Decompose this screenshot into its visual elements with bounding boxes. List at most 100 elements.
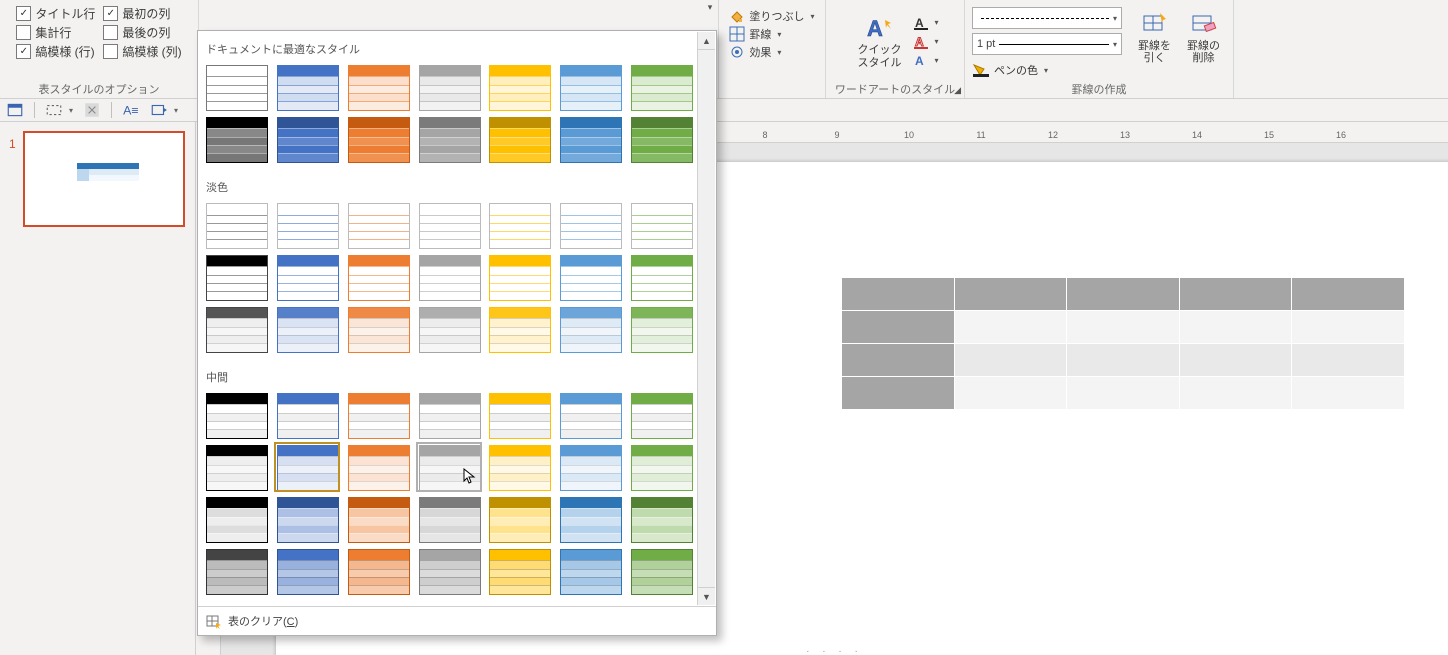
table-style-item[interactable]: [560, 65, 620, 109]
table-style-item[interactable]: [206, 497, 266, 541]
table-style-item[interactable]: [277, 549, 337, 593]
table-style-item[interactable]: [206, 203, 266, 247]
table-style-item[interactable]: [206, 549, 266, 593]
table-style-item[interactable]: [277, 445, 337, 489]
table-style-item[interactable]: [489, 445, 549, 489]
chevron-down-icon: ▾: [811, 12, 815, 21]
chevron-down-icon[interactable]: ▾: [69, 106, 73, 115]
quick-styles-button[interactable]: A クイック スタイル: [851, 12, 907, 70]
table-style-item[interactable]: [277, 117, 337, 161]
chk-banded-rows[interactable]: ✓ 縞模様 (行): [12, 42, 99, 61]
resize-grip-icon[interactable]: · · · ·: [806, 646, 863, 655]
scroll-down-button[interactable]: ▼: [698, 587, 715, 605]
table-style-item[interactable]: [206, 445, 266, 489]
separator: [34, 102, 35, 118]
table-style-item[interactable]: [560, 117, 620, 161]
table-style-item[interactable]: [631, 307, 691, 351]
table-style-item[interactable]: [631, 445, 691, 489]
group-wordart-styles: A クイック スタイル A ▾ A ▾ A ▾ ワードアートのスタイル ◢: [826, 0, 965, 98]
pen-weight-combo[interactable]: 1 pt ▾: [972, 33, 1122, 55]
table-style-item[interactable]: [560, 445, 620, 489]
pen-style-combo[interactable]: ▾: [972, 7, 1122, 29]
table-style-item[interactable]: [560, 549, 620, 593]
fill-button[interactable]: 塗りつぶし ▾: [725, 8, 818, 24]
chk-total-row[interactable]: 集計行: [12, 23, 99, 42]
table-style-item[interactable]: [348, 497, 408, 541]
qat-icon-2[interactable]: [45, 101, 63, 119]
table-style-item[interactable]: [631, 549, 691, 593]
table-style-item[interactable]: [419, 307, 479, 351]
table-style-item[interactable]: [277, 255, 337, 299]
chk-title-row[interactable]: ✓ タイトル行: [12, 4, 99, 23]
table-style-item[interactable]: [631, 117, 691, 161]
dialog-launcher-icon[interactable]: ◢: [954, 85, 961, 96]
chk-banded-cols[interactable]: 縞模様 (列): [99, 42, 185, 61]
text-effects-button[interactable]: A ▾: [913, 53, 938, 69]
slide-table[interactable]: [841, 277, 1405, 410]
table-style-item[interactable]: [419, 117, 479, 161]
clear-table-button[interactable]: 表のクリア(C): [198, 606, 716, 635]
pen-color-button[interactable]: ペンの色 ▾: [972, 59, 1122, 78]
slide-thumbnail[interactable]: 1: [24, 132, 184, 226]
table-style-item[interactable]: [631, 497, 691, 541]
table-style-item[interactable]: [560, 307, 620, 351]
table-style-item[interactable]: [489, 65, 549, 109]
text-fill-button[interactable]: A ▾: [913, 15, 938, 31]
table-style-item[interactable]: [206, 255, 266, 299]
draw-table-button[interactable]: 罫線を 引く: [1132, 8, 1177, 66]
table-style-item[interactable]: [419, 445, 479, 489]
table-style-item[interactable]: [348, 445, 408, 489]
text-outline-button[interactable]: A ▾: [913, 34, 938, 50]
table-style-item[interactable]: [277, 65, 337, 109]
table-style-item[interactable]: [560, 393, 620, 437]
table-style-item[interactable]: [560, 255, 620, 299]
qat-icon-1[interactable]: [6, 101, 24, 119]
table-style-item[interactable]: [419, 549, 479, 593]
table-style-item[interactable]: [560, 203, 620, 247]
chevron-down-icon[interactable]: ▾: [174, 106, 178, 115]
table-style-item[interactable]: [277, 497, 337, 541]
borders-button[interactable]: 罫線 ▾: [725, 26, 785, 42]
table-style-item[interactable]: [419, 393, 479, 437]
gallery-scrollbar[interactable]: ▲ ▼: [697, 32, 715, 605]
table-style-item[interactable]: [348, 307, 408, 351]
table-style-item[interactable]: [277, 203, 337, 247]
table-style-item[interactable]: [560, 497, 620, 541]
table-style-item[interactable]: [277, 393, 337, 437]
qat-icon-4[interactable]: [150, 101, 168, 119]
chk-first-col[interactable]: ✓ 最初の列: [99, 4, 185, 23]
table-style-item[interactable]: [419, 203, 479, 247]
table-style-item[interactable]: [348, 393, 408, 437]
qat-icon-3[interactable]: A≡: [122, 101, 140, 119]
table-style-item[interactable]: [489, 307, 549, 351]
scroll-up-button[interactable]: ▲: [698, 32, 715, 50]
table-style-item[interactable]: [489, 549, 549, 593]
effects-button[interactable]: 効果 ▾: [725, 44, 785, 60]
table-style-item[interactable]: [348, 117, 408, 161]
table-style-item[interactable]: [277, 307, 337, 351]
table-style-item[interactable]: [489, 117, 549, 161]
table-style-item[interactable]: [631, 65, 691, 109]
svg-text:A≡: A≡: [123, 104, 138, 118]
table-style-item[interactable]: [631, 255, 691, 299]
qat-close-icon[interactable]: [83, 101, 101, 119]
table-style-item[interactable]: [489, 497, 549, 541]
table-style-item[interactable]: [348, 65, 408, 109]
table-style-item[interactable]: [206, 393, 266, 437]
chk-last-col[interactable]: 最後の列: [99, 23, 185, 42]
table-style-item[interactable]: [206, 117, 266, 161]
table-style-item[interactable]: [206, 65, 266, 109]
table-style-item[interactable]: [348, 203, 408, 247]
table-style-item[interactable]: [489, 203, 549, 247]
table-style-item[interactable]: [419, 65, 479, 109]
table-style-item[interactable]: [631, 393, 691, 437]
table-style-item[interactable]: [206, 307, 266, 351]
table-style-item[interactable]: [489, 393, 549, 437]
table-style-item[interactable]: [419, 497, 479, 541]
table-style-item[interactable]: [348, 549, 408, 593]
table-style-item[interactable]: [631, 203, 691, 247]
table-style-item[interactable]: [419, 255, 479, 299]
table-style-item[interactable]: [489, 255, 549, 299]
erase-table-button[interactable]: 罫線の 削除: [1181, 8, 1226, 66]
table-style-item[interactable]: [348, 255, 408, 299]
